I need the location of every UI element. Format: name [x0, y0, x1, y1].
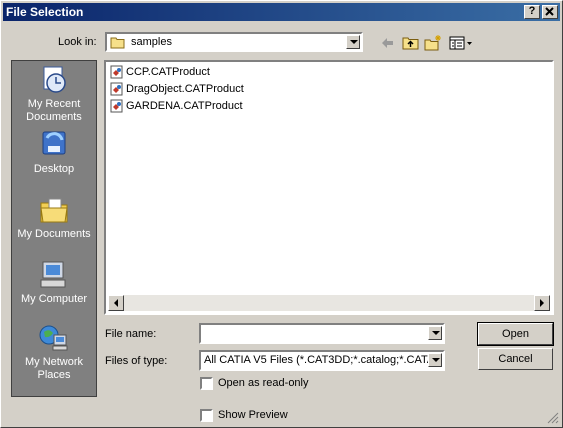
open-button[interactable]: Open [477, 322, 554, 346]
desktop-icon [42, 131, 66, 155]
new-folder-button[interactable] [423, 34, 443, 52]
places-bar: My Recent Documents Desktop My Documents [11, 60, 97, 397]
file-item[interactable]: GARDENA.CATProduct [110, 99, 243, 115]
my-documents-icon [40, 198, 68, 223]
view-menu-icon [449, 36, 472, 50]
file-list[interactable]: CCP.CATProduct DragObject.CATProduct GAR… [104, 60, 554, 315]
arrow-right-icon [540, 299, 544, 307]
new-folder-icon [424, 35, 441, 51]
look-in-label: Look in: [58, 36, 97, 48]
resize-grip-icon[interactable] [547, 412, 559, 424]
file-name-label: File name: [105, 328, 157, 340]
place-label: My Recent Documents [26, 98, 82, 123]
up-folder-icon [402, 37, 419, 50]
place-label: My Computer [20, 293, 88, 305]
file-selection-dialog: File Selection ? Look in: samples My Rec… [0, 0, 563, 428]
close-icon [545, 7, 554, 16]
folder-icon [110, 37, 125, 49]
network-places-icon [39, 325, 68, 351]
place-network-places[interactable]: My Network Places [12, 323, 96, 382]
place-my-documents[interactable]: My Documents [12, 195, 96, 241]
back-icon [382, 38, 393, 48]
show-preview-checkbox[interactable] [200, 409, 213, 422]
file-type-label: Files of type: [105, 355, 168, 367]
up-folder-button[interactable] [401, 34, 421, 52]
scroll-left-button[interactable] [108, 295, 124, 311]
title-bar: File Selection ? [3, 3, 560, 21]
catproduct-file-icon [110, 65, 123, 79]
file-name-dropdown-arrow[interactable] [428, 326, 442, 340]
view-menu-button[interactable] [448, 34, 474, 52]
file-item[interactable]: CCP.CATProduct [110, 65, 210, 81]
place-label: My Network Places [24, 356, 84, 381]
window-title: File Selection [6, 5, 84, 19]
place-recent-documents[interactable]: My Recent Documents [12, 65, 96, 124]
file-item[interactable]: DragObject.CATProduct [110, 82, 244, 98]
show-preview-label: Show Preview [218, 409, 288, 421]
file-type-value: All CATIA V5 Files (*.CAT3DD;*.catalog;*… [204, 354, 435, 366]
back-button[interactable] [378, 34, 398, 52]
file-type-select[interactable]: All CATIA V5 Files (*.CAT3DD;*.catalog;*… [199, 350, 445, 371]
read-only-checkbox[interactable] [200, 377, 213, 390]
cancel-button[interactable]: Cancel [478, 348, 553, 370]
place-label: Desktop [33, 163, 75, 175]
read-only-label: Open as read-only [218, 377, 309, 389]
arrow-left-icon [114, 299, 118, 307]
look-in-value: samples [131, 36, 172, 48]
place-label: My Documents [17, 228, 91, 240]
file-name-input[interactable] [199, 323, 445, 344]
catproduct-file-icon [110, 99, 123, 113]
place-my-computer[interactable]: My Computer [12, 260, 96, 306]
scroll-right-button[interactable] [534, 295, 550, 311]
my-computer-icon [40, 261, 66, 288]
look-in-combo[interactable]: samples [105, 32, 363, 52]
look-in-dropdown-arrow[interactable] [346, 35, 360, 49]
recent-documents-icon [43, 66, 66, 93]
catproduct-file-icon [110, 82, 123, 96]
help-button[interactable]: ? [524, 5, 540, 19]
file-type-dropdown-arrow[interactable] [428, 353, 442, 367]
horizontal-scrollbar[interactable] [108, 295, 550, 311]
close-button[interactable] [542, 5, 558, 19]
place-desktop[interactable]: Desktop [12, 130, 96, 176]
